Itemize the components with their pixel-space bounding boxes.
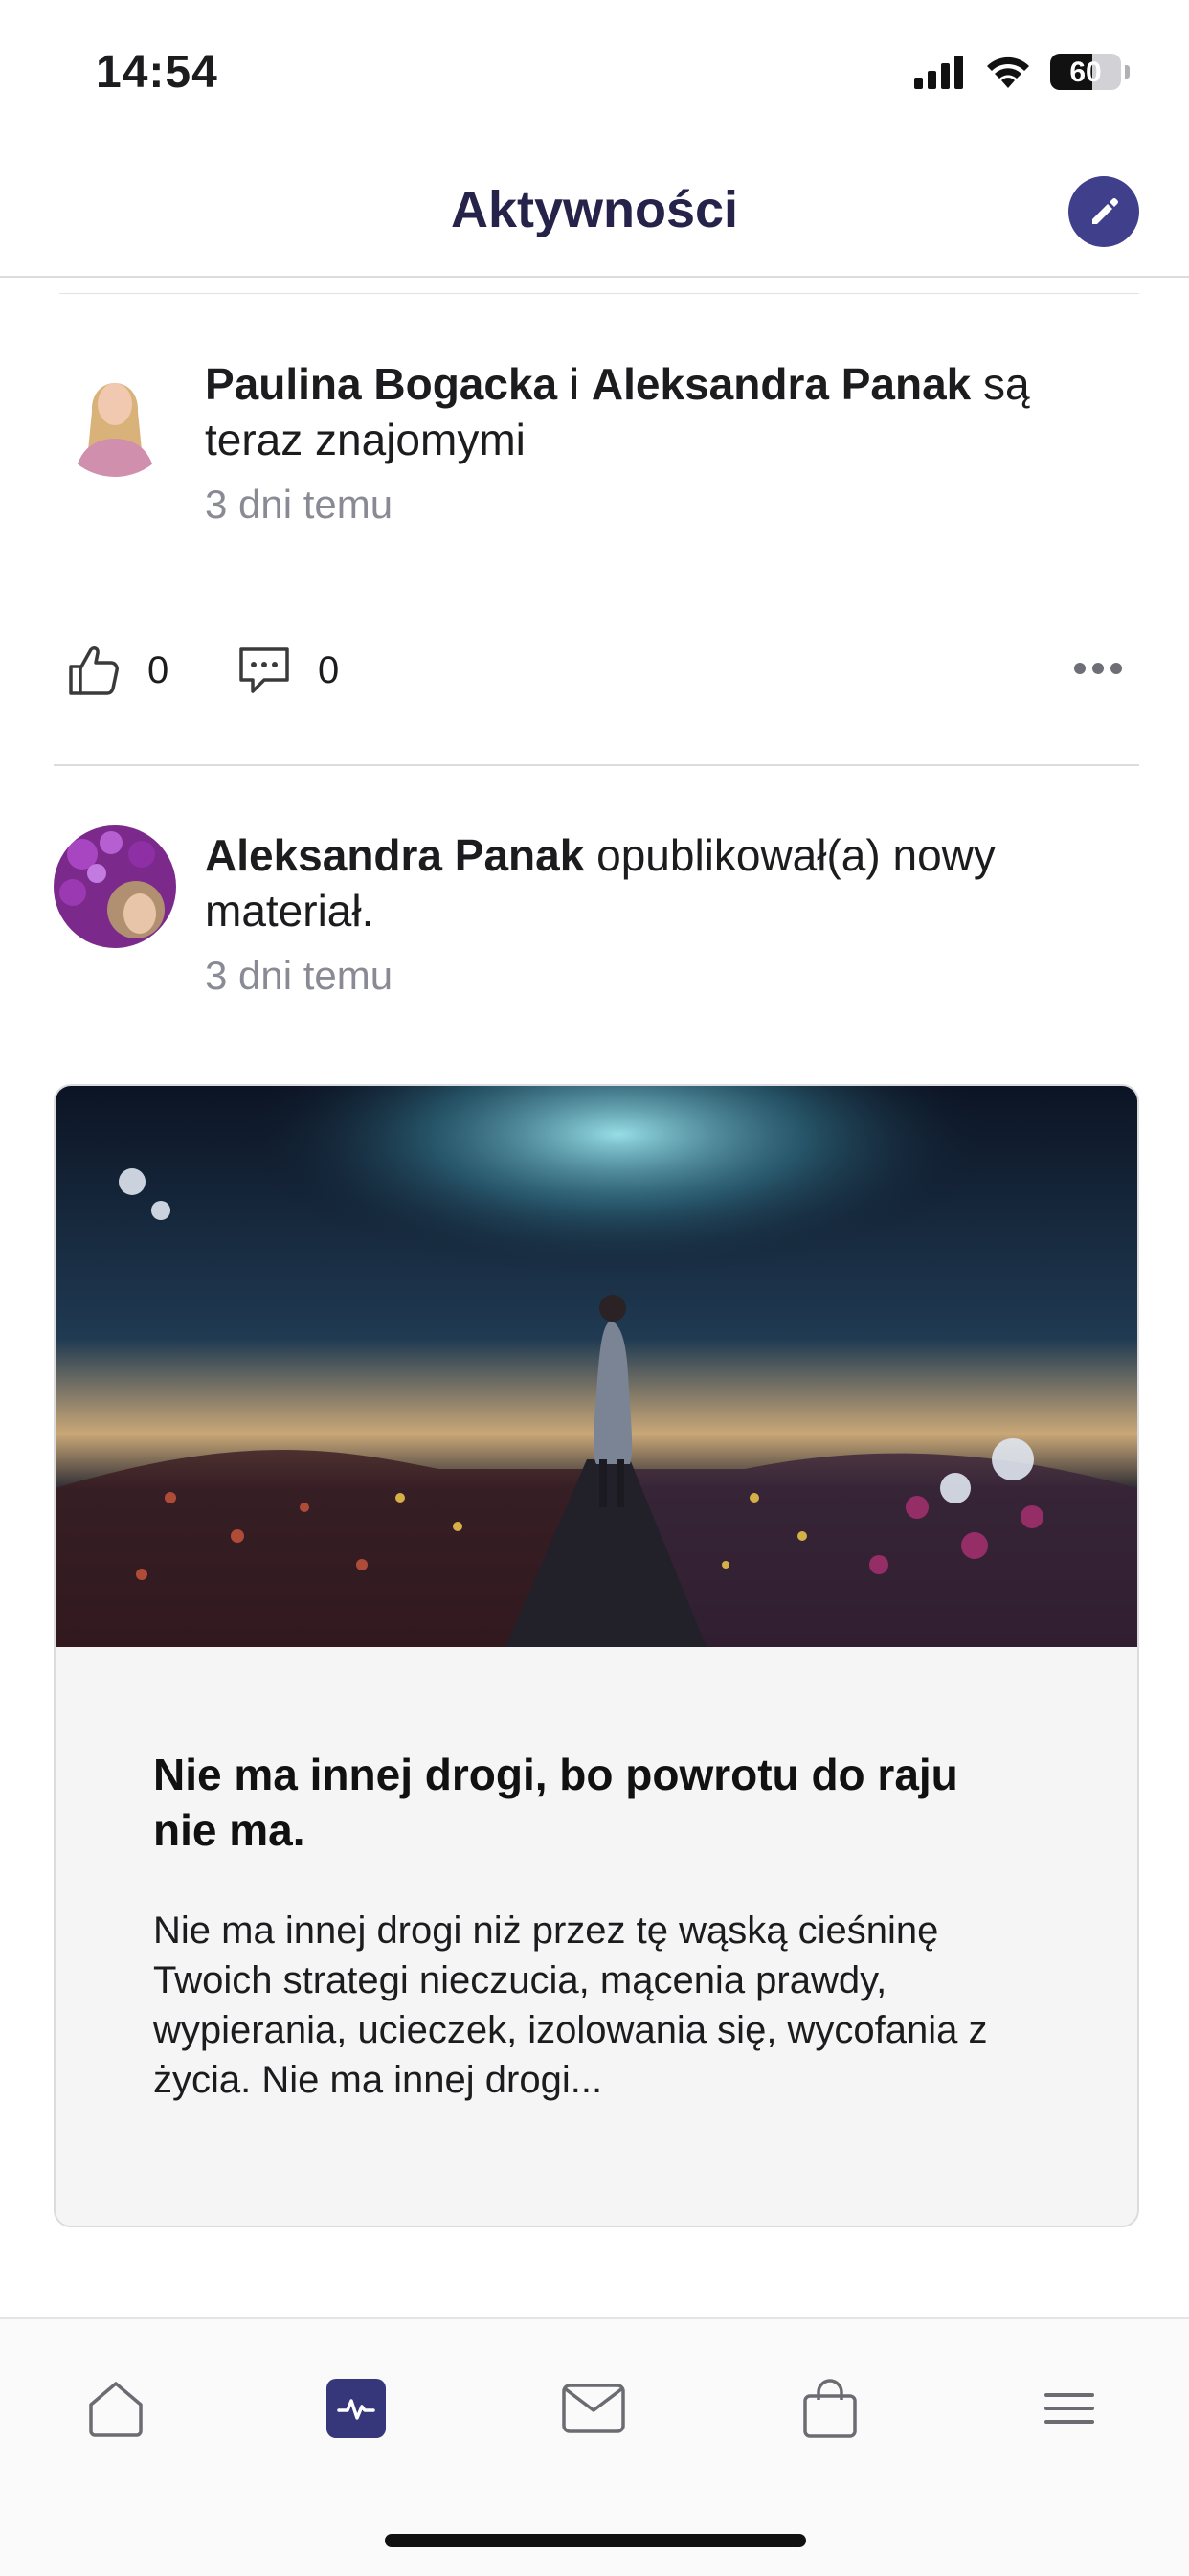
activity-icon <box>337 2399 375 2420</box>
wifi-icon <box>987 56 1029 88</box>
status-bar: 14:54 60 <box>0 0 1189 144</box>
page-title: Aktywności <box>450 181 739 238</box>
thumbs-up-icon <box>69 646 119 695</box>
tab-home[interactable] <box>73 2365 159 2452</box>
shopping-bag-icon <box>803 2379 857 2438</box>
status-time: 14:54 <box>96 47 218 98</box>
mail-icon <box>562 2384 625 2433</box>
activity-divider <box>54 764 1139 766</box>
activity-text: Aleksandra Panak opublikował(a) nowy mat… <box>205 827 1112 1004</box>
nav-bar: Aktywności <box>0 144 1189 278</box>
user-link-aleksandra[interactable]: Aleksandra Panak <box>592 359 971 409</box>
menu-icon <box>1044 2393 1094 2424</box>
compose-button[interactable] <box>1068 176 1139 247</box>
comment-icon <box>239 647 289 693</box>
section-divider <box>59 293 1139 294</box>
connector-text: i <box>557 359 592 409</box>
material-excerpt: Nie ma innej drogi niż przez tę wąską ci… <box>153 1909 988 2101</box>
like-button[interactable]: 0 <box>65 642 168 699</box>
home-icon <box>89 2382 143 2437</box>
tab-menu[interactable] <box>1026 2365 1112 2452</box>
battery-percent: 60 <box>1069 56 1102 88</box>
user-link-aleksandra[interactable]: Aleksandra Panak <box>205 830 584 880</box>
material-card[interactable]: Nie ma innej drogi, bo powrotu do raju n… <box>54 1084 1139 2227</box>
home-indicator <box>385 2534 806 2547</box>
cellular-signal-icon <box>914 56 963 89</box>
reactions-bar: 0 0 <box>59 642 1122 709</box>
time-ago: 3 dni temu <box>205 953 393 998</box>
avatar-aleksandra-panak[interactable] <box>54 825 176 948</box>
avatar-photo <box>54 354 176 477</box>
battery-tip <box>1125 65 1130 79</box>
user-link-paulina[interactable]: Paulina Bogacka <box>205 359 557 409</box>
status-icons: 60 <box>914 54 1130 90</box>
battery-icon: 60 <box>1050 54 1121 90</box>
material-card-body: Nie ma innej drogi, bo powrotu do raju n… <box>153 1747 1032 2105</box>
comment-count: 0 <box>318 648 340 691</box>
material-title[interactable]: Nie ma innej drogi, bo powrotu do raju n… <box>153 1747 1032 1858</box>
more-options-icon[interactable] <box>1074 663 1122 674</box>
like-count: 0 <box>147 648 169 691</box>
avatar-paulina-bogacka[interactable] <box>54 354 176 477</box>
comment-button[interactable]: 0 <box>236 642 339 699</box>
activity-text: Paulina Bogacka i Aleksandra Panak są te… <box>205 356 1112 532</box>
avatar-photo <box>54 825 176 948</box>
material-cover-image <box>56 1086 1137 1647</box>
tab-messages[interactable] <box>550 2365 637 2452</box>
pencil-icon <box>1092 198 1118 224</box>
time-ago: 3 dni temu <box>205 482 393 527</box>
tab-shop[interactable] <box>787 2365 873 2452</box>
tab-activity[interactable] <box>313 2365 399 2452</box>
